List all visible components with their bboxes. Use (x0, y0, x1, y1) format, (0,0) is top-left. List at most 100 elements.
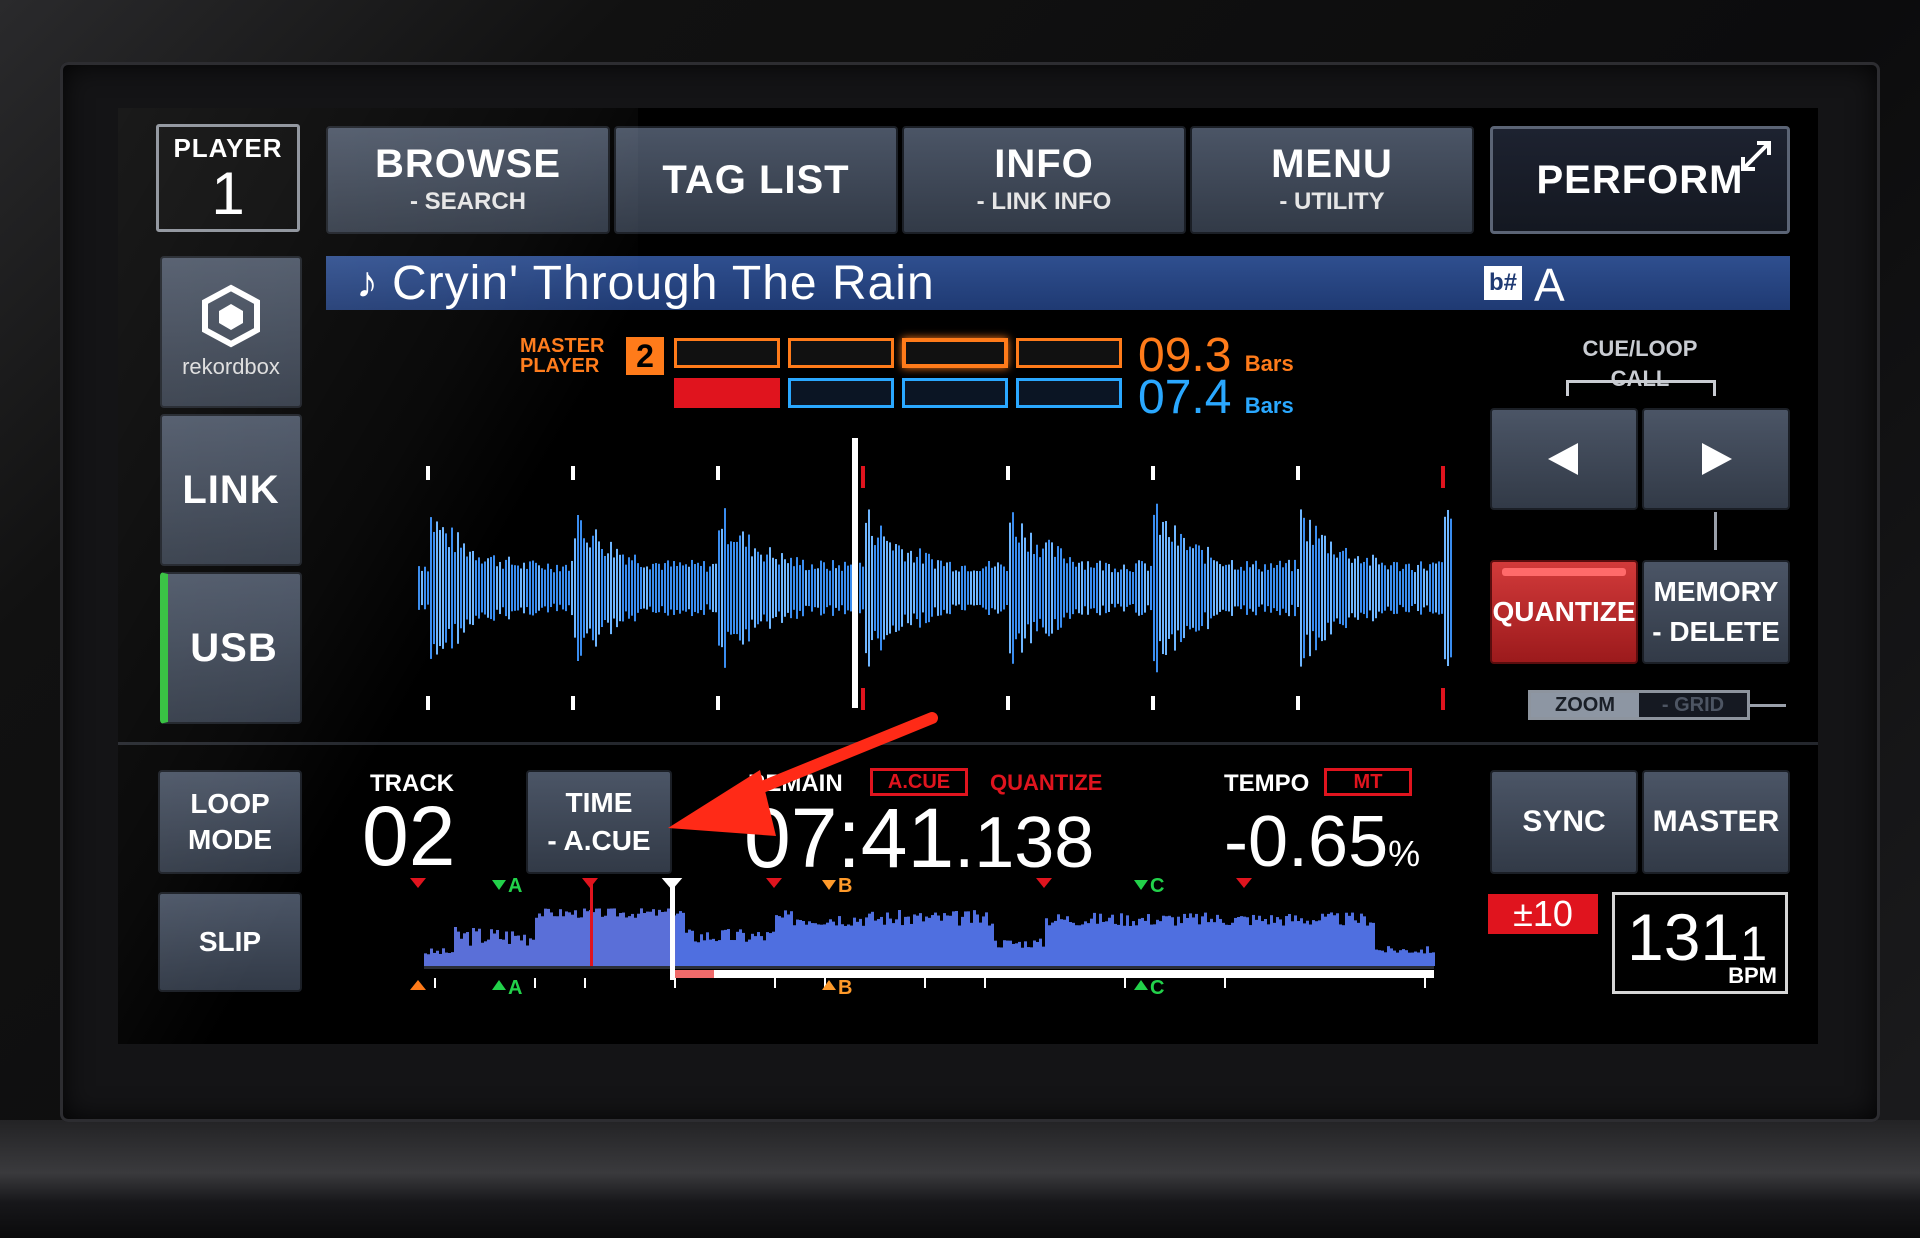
tab-tag-list[interactable]: TAG LIST (614, 126, 898, 234)
waveform-bar (622, 554, 624, 622)
overview-bar (1159, 921, 1162, 966)
overview-bar (955, 910, 958, 966)
overview-bar (970, 922, 973, 966)
overview-bar (1090, 918, 1093, 966)
memory-delete-button[interactable]: MEMORY - DELETE (1642, 560, 1790, 664)
overview-bar (574, 910, 577, 966)
waveform-bar (1372, 554, 1374, 622)
music-note-icon: ♪ (356, 258, 378, 307)
waveform-bar (1132, 572, 1134, 604)
overview-bar (781, 917, 784, 966)
slip-button[interactable]: SLIP (158, 892, 302, 992)
tab-browse[interactable]: BROWSE - SEARCH (326, 126, 610, 234)
overview-bar (1204, 912, 1207, 966)
overview-bar (1276, 917, 1279, 966)
overview-bar (1141, 917, 1144, 966)
waveform-bar (1204, 563, 1206, 613)
waveform-bar (676, 566, 678, 610)
track-title-bar: ♪ Cryin' Through The Rain b# A (326, 256, 1790, 311)
waveform-bar (517, 565, 519, 611)
tab-menu[interactable]: MENU - UTILITY (1190, 126, 1474, 234)
rekordbox-button[interactable]: rekordbox (160, 256, 302, 408)
overview-bar (625, 917, 628, 966)
overview-bar (601, 916, 604, 966)
tab-info[interactable]: INFO - LINK INFO (902, 126, 1186, 234)
overview-bar (997, 947, 1000, 966)
cue-marker (582, 878, 598, 888)
waveform-bar (1351, 562, 1353, 614)
waveform-bar (718, 530, 720, 646)
waveform-bar (559, 571, 561, 605)
overview-bar (1318, 920, 1321, 966)
beat-marker-bottom (1006, 696, 1010, 710)
waveform-bar (424, 566, 426, 610)
overview-bar (769, 933, 772, 966)
waveform-bar (1180, 533, 1182, 643)
cue-call-next-button[interactable] (1642, 408, 1790, 510)
sync-button[interactable]: SYNC (1490, 770, 1638, 874)
link-button[interactable]: LINK (160, 414, 302, 566)
overview-bar (433, 952, 436, 966)
overview-bar (442, 948, 445, 966)
waveform-bar (1237, 569, 1239, 607)
waveform-bar (1213, 560, 1215, 616)
waveform-bar (652, 563, 654, 613)
beat-marker-bottom (1441, 688, 1445, 710)
waveform-bar (490, 556, 492, 620)
overview-bar (1201, 916, 1204, 966)
overview-bar (964, 911, 967, 966)
overview-bar (1237, 917, 1240, 966)
waveform-bar (619, 554, 621, 622)
overview-bar (1285, 916, 1288, 966)
overview-tick (1124, 978, 1126, 988)
master-button[interactable]: MASTER (1642, 770, 1790, 874)
overview-bar (952, 911, 955, 966)
waveform-bar (1105, 562, 1107, 614)
overview-bar (697, 942, 700, 966)
waveform-bar (589, 547, 591, 629)
waveform-bar (1384, 565, 1386, 611)
time-mode-button[interactable]: TIME - A.CUE (526, 770, 672, 874)
overview-bar (1384, 952, 1387, 966)
overview-waveform[interactable]: A A B B C C (354, 878, 1444, 998)
waveform-bar (808, 569, 810, 607)
waveform-bar (463, 543, 465, 633)
overview-bar (1105, 921, 1108, 966)
waveform-bar (1045, 542, 1047, 634)
overview-bar (1216, 914, 1219, 966)
waveform-bar (682, 565, 684, 611)
zoomed-waveform[interactable] (368, 438, 1458, 738)
overview-bar (988, 925, 991, 966)
overview-bar (898, 910, 901, 966)
cue-call-prev-button[interactable] (1490, 408, 1638, 510)
waveform-bar (964, 565, 966, 611)
waveform-bar (535, 562, 537, 614)
waveform-bar (1174, 525, 1176, 651)
overview-bar (835, 925, 838, 966)
master-label-line1: MASTER (520, 335, 605, 357)
waveform-bar (961, 566, 963, 610)
usb-button[interactable]: USB (160, 572, 302, 724)
waveform-bar (799, 565, 801, 611)
overview-bar (1309, 924, 1312, 966)
waveform-bar (841, 570, 843, 606)
overview-bar (688, 929, 691, 966)
overview-bar (1426, 946, 1429, 966)
loop-mode-button[interactable]: LOOP MODE (158, 770, 302, 874)
overview-bar (1189, 913, 1192, 966)
waveform-bar (1423, 568, 1425, 608)
overview-bar (559, 909, 562, 966)
quantize-button[interactable]: QUANTIZE (1490, 560, 1638, 664)
perform-button[interactable]: PERFORM (1490, 126, 1790, 234)
waveform-bar (628, 557, 630, 619)
overview-bar (682, 912, 685, 966)
waveform-bar (1255, 560, 1257, 616)
overview-bar (472, 928, 475, 966)
quantize-indicator: QUANTIZE (990, 770, 1103, 795)
overview-bar (1123, 925, 1126, 966)
bar-segment (1016, 378, 1122, 408)
overview-bar (808, 921, 811, 966)
zoom-grid-toggle[interactable]: ZOOM - GRID (1528, 690, 1750, 720)
overview-bar (460, 938, 463, 966)
overview-bar (523, 934, 526, 966)
